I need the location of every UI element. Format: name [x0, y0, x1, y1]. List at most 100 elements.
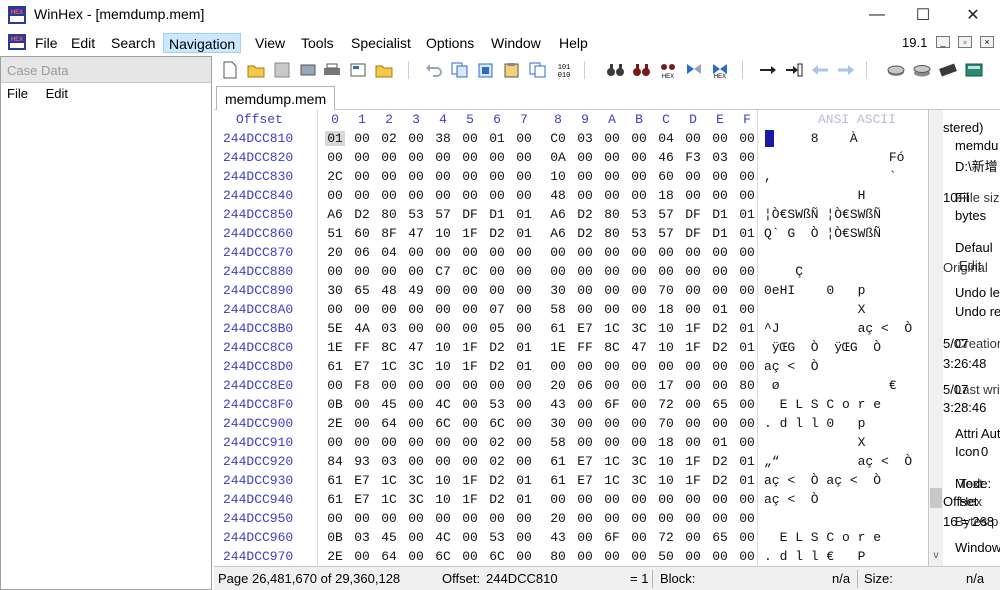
hex-byte[interactable]: 30 [548, 283, 568, 298]
hex-byte[interactable]: 00 [737, 245, 757, 260]
hex-byte[interactable]: 18 [656, 188, 676, 203]
goto-sector-icon[interactable] [784, 60, 804, 80]
hex-byte[interactable]: 00 [737, 283, 757, 298]
hex-byte[interactable]: D2 [487, 492, 507, 507]
hex-byte[interactable]: D2 [710, 321, 730, 336]
hex-byte[interactable]: 00 [406, 397, 426, 412]
hex-byte[interactable]: 00 [406, 321, 426, 336]
hex-byte[interactable]: 00 [683, 416, 703, 431]
hex-byte[interactable]: 00 [656, 359, 676, 374]
ascii-text[interactable]: ¦Ò€SWßÑ ¦Ò€SWßÑ [764, 207, 881, 222]
ascii-text[interactable]: , ` [764, 169, 897, 184]
goto-offset-icon[interactable] [758, 60, 778, 80]
back-icon[interactable] [810, 60, 830, 80]
hex-byte[interactable]: 00 [683, 549, 703, 564]
hex-byte[interactable]: 00 [737, 435, 757, 450]
hex-byte[interactable]: 1F [683, 340, 703, 355]
hex-byte[interactable]: 00 [710, 492, 730, 507]
hex-byte[interactable]: 57 [656, 207, 676, 222]
hex-byte[interactable]: 58 [548, 435, 568, 450]
hex-byte[interactable]: 00 [352, 131, 372, 146]
hex-byte[interactable]: 00 [514, 131, 534, 146]
ascii-text[interactable]: X [764, 302, 866, 317]
hex-byte[interactable]: 00 [602, 359, 622, 374]
hex-byte[interactable]: 00 [602, 283, 622, 298]
hex-byte[interactable]: 00 [737, 264, 757, 279]
hex-byte[interactable]: 00 [487, 378, 507, 393]
hex-byte[interactable]: 00 [514, 169, 534, 184]
hex-byte[interactable]: 1F [683, 473, 703, 488]
ascii-text[interactable]: ^J aç < Ò [764, 321, 912, 336]
ascii-text[interactable]: Q` G Ò ¦Ò€SWßÑ [764, 226, 881, 241]
hex-byte[interactable]: 3C [629, 454, 649, 469]
hex-byte[interactable]: 02 [487, 435, 507, 450]
hex-byte[interactable]: 00 [406, 150, 426, 165]
ascii-text[interactable]: 0eHI 0 p [764, 283, 865, 298]
menu-navigation[interactable]: Navigation [163, 33, 242, 53]
hex-byte[interactable]: 00 [406, 511, 426, 526]
hex-byte[interactable]: 46 [656, 150, 676, 165]
hex-row[interactable]: 244DCC880 00 00 00 00 C7 0C 00 00 00 00 00 00 00 00 00 0… [214, 263, 928, 282]
hex-byte[interactable]: 05 [487, 321, 507, 336]
hex-byte[interactable]: 47 [629, 340, 649, 355]
hex-byte[interactable]: 00 [629, 169, 649, 184]
hex-byte[interactable]: 00 [683, 131, 703, 146]
hex-byte[interactable]: 1E [325, 340, 345, 355]
hex-byte[interactable]: 00 [548, 359, 568, 374]
hex-byte[interactable]: 00 [602, 435, 622, 450]
hex-row[interactable]: 244DCC920 84 93 03 00 00 00 02 00 61 E7 1C 3C 10 1F D2 0… [214, 453, 928, 472]
hex-byte[interactable]: 00 [514, 321, 534, 336]
hex-byte[interactable]: 3C [406, 359, 426, 374]
hex-byte[interactable]: E7 [575, 473, 595, 488]
copy-icon[interactable] [450, 60, 470, 80]
hex-byte[interactable]: 00 [656, 492, 676, 507]
hex-byte[interactable]: 3C [406, 473, 426, 488]
hex-byte[interactable]: D1 [710, 207, 730, 222]
hex-row[interactable]: 244DCC8E0 00 F8 00 00 00 00 00 00 20 06 00 00 17 00 00 8… [214, 377, 928, 396]
hex-byte[interactable]: 00 [460, 530, 480, 545]
hex-byte[interactable]: 00 [683, 435, 703, 450]
hex-byte[interactable]: 18 [656, 302, 676, 317]
hex-byte[interactable]: 00 [575, 549, 595, 564]
hex-byte[interactable]: 00 [602, 416, 622, 431]
hex-byte[interactable]: 00 [683, 302, 703, 317]
hex-byte[interactable]: 00 [548, 492, 568, 507]
hex-byte[interactable]: 8F [379, 226, 399, 241]
hex-byte[interactable]: 00 [602, 492, 622, 507]
hex-byte[interactable]: 53 [406, 207, 426, 222]
hex-byte[interactable]: 00 [514, 302, 534, 317]
hex-byte[interactable]: 65 [710, 397, 730, 412]
hex-byte[interactable]: 00 [737, 131, 757, 146]
hex-byte[interactable]: 53 [487, 530, 507, 545]
hex-byte[interactable]: 00 [487, 264, 507, 279]
hex-byte[interactable]: 00 [710, 416, 730, 431]
hex-byte[interactable]: 61 [548, 454, 568, 469]
hex-byte[interactable]: 07 [487, 302, 507, 317]
open-folder-2-icon[interactable] [374, 60, 394, 80]
hex-byte[interactable]: 00 [683, 169, 703, 184]
hex-byte[interactable]: 01 [514, 359, 534, 374]
hex-byte[interactable]: C0 [548, 131, 568, 146]
hex-byte[interactable]: 00 [460, 283, 480, 298]
hex-byte[interactable]: 20 [325, 245, 345, 260]
hex-byte[interactable]: 00 [433, 378, 453, 393]
hex-byte[interactable]: 2E [325, 549, 345, 564]
hex-byte[interactable]: 00 [629, 150, 649, 165]
hex-byte[interactable]: 00 [325, 264, 345, 279]
hex-byte[interactable]: 0A [548, 150, 568, 165]
hex-byte[interactable]: 00 [460, 549, 480, 564]
hex-byte[interactable]: 1F [460, 340, 480, 355]
ascii-text[interactable]: E L S C o r e [764, 530, 881, 545]
hex-byte[interactable]: 00 [514, 435, 534, 450]
forward-icon[interactable] [836, 60, 856, 80]
ascii-text[interactable]: „“ aç < Ò [764, 454, 912, 469]
hex-byte[interactable]: 00 [406, 530, 426, 545]
hex-byte[interactable]: FF [352, 340, 372, 355]
hex-byte[interactable]: 60 [656, 169, 676, 184]
hex-byte[interactable]: 65 [710, 530, 730, 545]
hex-byte[interactable]: 80 [548, 549, 568, 564]
hex-byte[interactable]: 00 [683, 359, 703, 374]
hex-byte[interactable]: 00 [325, 435, 345, 450]
replace-hex-icon[interactable] [684, 60, 704, 80]
hex-byte[interactable]: 10 [656, 321, 676, 336]
